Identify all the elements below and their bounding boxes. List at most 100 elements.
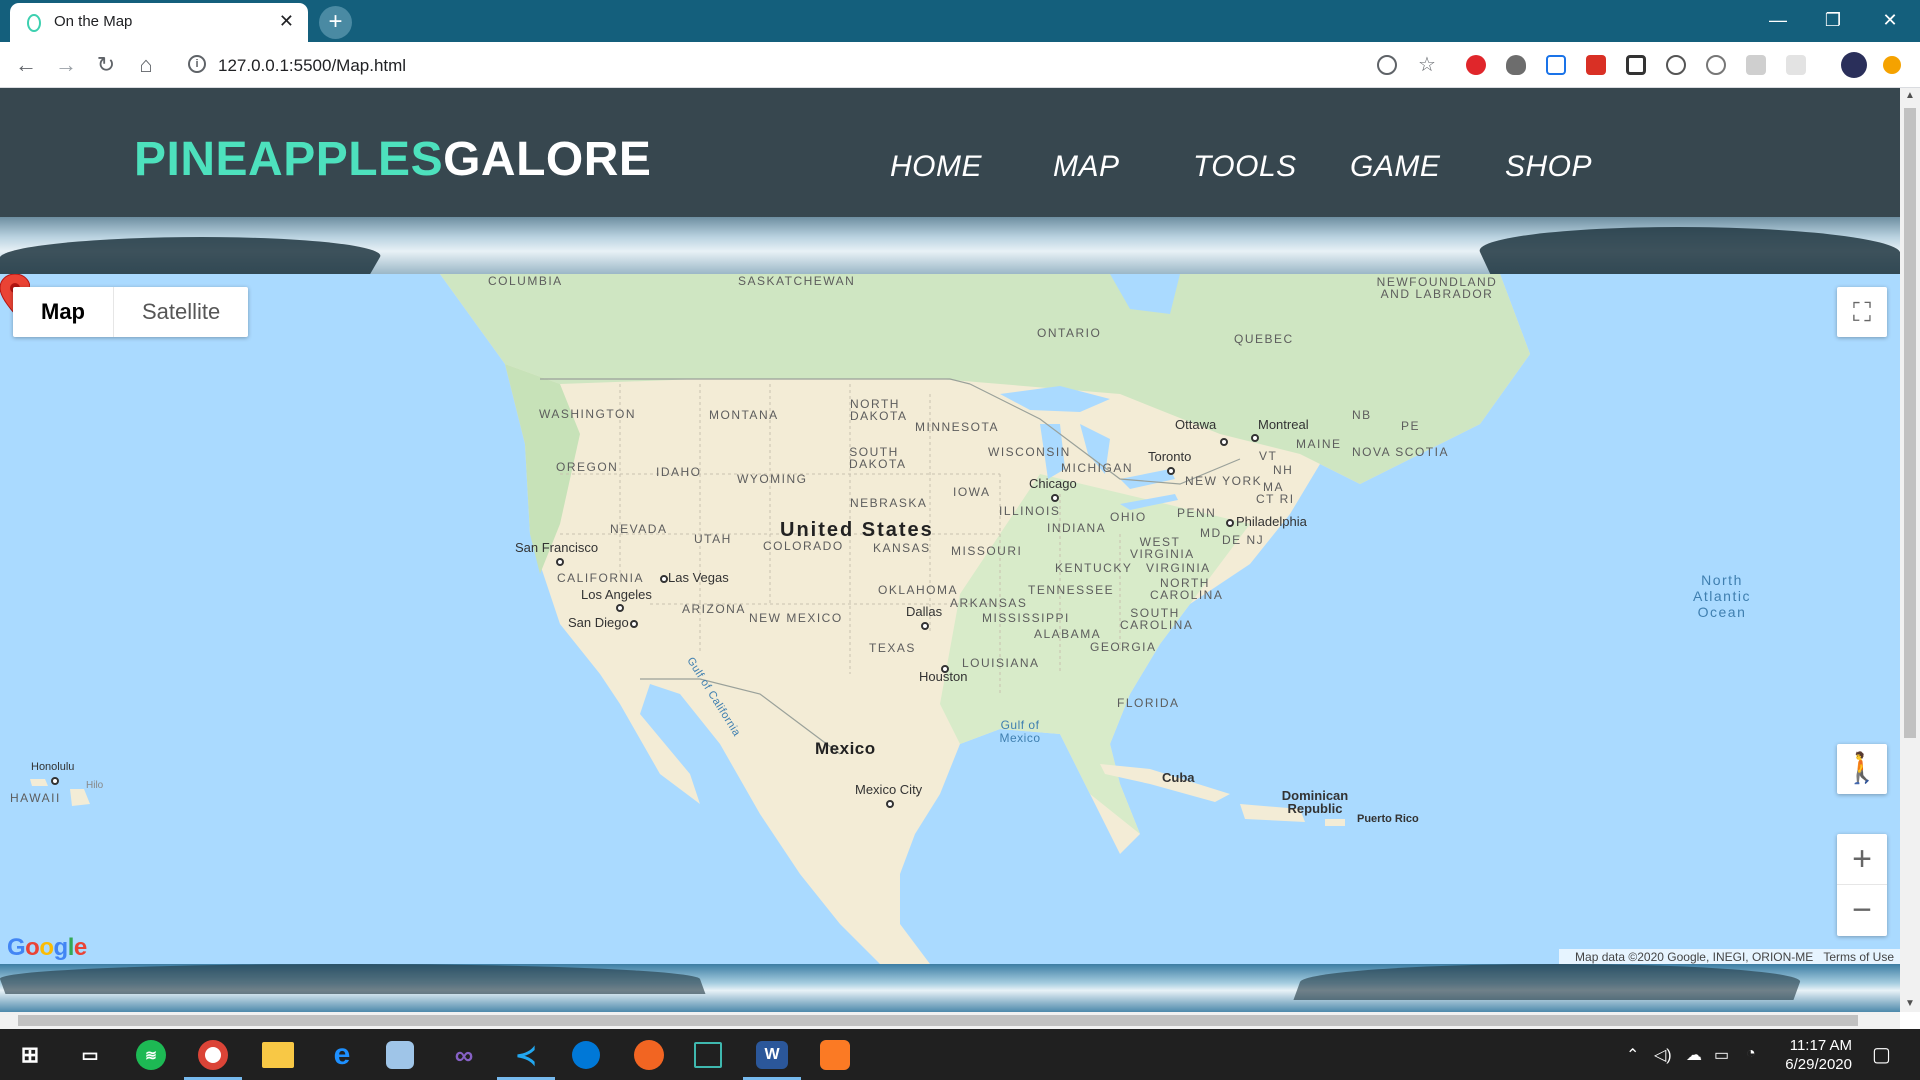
windows-taskbar: ⊞ ▭ ≋ e ∞ ≺ W ⌃ ◁) ☁ ▭ ◔ 11:17 AM 6/29/2…	[0, 1029, 1920, 1080]
street-view-pegman-button[interactable]: 🚶	[1837, 744, 1887, 794]
compass-app-icon[interactable]	[634, 1040, 664, 1070]
xampp-icon[interactable]	[820, 1040, 850, 1070]
google-map[interactable]: COLUMBIA SASKATCHEWAN NEWFOUNDLAND AND L…	[0, 274, 1900, 964]
task-view-icon[interactable]: ▭	[72, 1037, 108, 1073]
windows-start-icon[interactable]: ⊞	[12, 1037, 48, 1073]
close-window-button[interactable]: ✕	[1870, 6, 1910, 34]
logo-part-pineapples: PINEAPPLES	[134, 133, 444, 186]
browser-tab[interactable]: On the Map ✕	[10, 3, 308, 42]
city-chicago: Chicago	[1029, 476, 1077, 491]
fullscreen-button[interactable]: ⛶	[1837, 287, 1887, 337]
terminal-app-icon[interactable]	[694, 1042, 722, 1068]
faded-extension-icon[interactable]	[1786, 55, 1806, 75]
virtualbox-icon[interactable]	[386, 1041, 414, 1069]
clock-time: 11:17 AM	[1789, 1037, 1852, 1054]
forward-icon[interactable]: →	[52, 51, 80, 79]
red-extension-icon[interactable]	[1586, 55, 1606, 75]
system-clock[interactable]: 11:17 AM 6/29/2020	[1785, 1036, 1852, 1074]
vertical-scrollbar[interactable]: ▲ ▼	[1900, 88, 1920, 1012]
zoom-in-button[interactable]: +	[1837, 834, 1887, 885]
tray-chevron-icon[interactable]: ⌃	[1626, 1045, 1639, 1065]
sync-extension-icon[interactable]	[1666, 55, 1686, 75]
city-los-angeles: Los Angeles	[581, 587, 652, 602]
site-info-icon[interactable]: i	[188, 55, 206, 73]
nav-game[interactable]: GAME	[1350, 150, 1440, 184]
label-ct-ri: CT RI	[1256, 492, 1295, 506]
volume-icon[interactable]: ◁)	[1654, 1045, 1672, 1065]
city-ottawa: Ottawa	[1175, 417, 1217, 432]
word-icon[interactable]: W	[756, 1041, 788, 1069]
label-south-carolina: SOUTH CAROLINA	[1120, 606, 1194, 632]
notifications-icon[interactable]: ▢	[1872, 1042, 1891, 1067]
city-san-diego: San Diego	[568, 615, 629, 630]
horizontal-scroll-thumb[interactable]	[18, 1015, 1858, 1026]
vscode-icon[interactable]: ≺	[508, 1037, 544, 1073]
zoom-out-button[interactable]: −	[1837, 885, 1887, 936]
nav-map[interactable]: MAP	[1053, 150, 1120, 184]
city-toronto: Toronto	[1148, 449, 1192, 464]
spotify-icon[interactable]: ≋	[136, 1040, 166, 1070]
onedrive-icon[interactable]: ☁	[1686, 1045, 1702, 1065]
maps-app-icon[interactable]	[572, 1041, 600, 1069]
site-logo[interactable]: PINEAPPLESGALORE	[134, 132, 651, 187]
capture-extension-icon[interactable]	[1626, 55, 1646, 75]
screenshot-extension-icon[interactable]	[1546, 55, 1566, 75]
maximize-window-button[interactable]: ❐	[1813, 6, 1853, 34]
label-md: MD	[1200, 526, 1222, 540]
file-explorer-icon[interactable]	[262, 1042, 294, 1068]
bookmark-star-icon[interactable]: ☆	[1413, 51, 1441, 79]
grey-extension-icon[interactable]	[1746, 55, 1766, 75]
map-type-satellite-button[interactable]: Satellite	[114, 287, 248, 337]
minimize-window-button[interactable]: —	[1758, 6, 1798, 34]
map-data-credit[interactable]: Map data ©2020 Google, INEGI, ORION-ME	[1575, 950, 1813, 964]
google-logo[interactable]: Google	[7, 934, 87, 962]
reload-icon[interactable]: ↻	[92, 51, 120, 79]
wifi-icon[interactable]: ◔	[1746, 1045, 1756, 1063]
label-north-dakota: NORTH DAKOTA	[850, 397, 908, 423]
vertical-scroll-thumb[interactable]	[1904, 108, 1916, 738]
new-tab-button[interactable]: +	[319, 6, 352, 39]
city-dot-las-vegas	[660, 575, 668, 583]
address-bar[interactable]: i 127.0.0.1:5500/Map.html	[180, 48, 1450, 82]
horizontal-scrollbar[interactable]	[0, 1012, 1900, 1029]
home-icon[interactable]: ⌂	[132, 51, 160, 79]
scroll-up-arrow-icon[interactable]: ▲	[1900, 88, 1920, 104]
label-montana: MONTANA	[709, 408, 779, 422]
label-arizona: ARIZONA	[682, 602, 746, 616]
back-icon[interactable]: ←	[12, 51, 40, 79]
pegman-icon: 🚶	[1843, 752, 1881, 785]
palm-frond-bottom-right	[1293, 964, 1807, 1000]
adblock-extension-icon[interactable]	[1466, 55, 1486, 75]
battery-icon[interactable]: ▭	[1714, 1045, 1729, 1065]
city-hilo: Hilo	[86, 780, 104, 791]
check-extension-icon[interactable]	[1706, 55, 1726, 75]
label-mexico: Mexico	[815, 739, 876, 758]
nav-tools[interactable]: TOOLS	[1193, 150, 1297, 184]
update-badge-icon[interactable]	[1883, 56, 1901, 74]
city-dallas: Dallas	[906, 604, 943, 619]
label-new-mexico: NEW MEXICO	[749, 611, 843, 625]
map-type-control: Map Satellite	[13, 287, 249, 337]
profile-avatar[interactable]	[1841, 52, 1867, 78]
visual-studio-icon[interactable]: ∞	[446, 1037, 482, 1073]
label-nh: NH	[1273, 463, 1294, 477]
terms-of-use-link[interactable]: Terms of Use	[1823, 950, 1894, 964]
edge-icon[interactable]: e	[324, 1037, 360, 1073]
label-california: CALIFORNIA	[557, 571, 645, 585]
label-columbia: COLUMBIA	[488, 274, 563, 288]
label-missouri: MISSOURI	[951, 544, 1023, 558]
map-type-map-button[interactable]: Map	[13, 287, 114, 337]
scroll-down-arrow-icon[interactable]: ▼	[1900, 996, 1920, 1012]
site-header: PINEAPPLESGALORE HOME MAP TOOLS GAME SHO…	[0, 88, 1900, 217]
chrome-icon[interactable]	[198, 1040, 228, 1070]
city-dot-los-angeles	[616, 604, 624, 612]
nav-shop[interactable]: SHOP	[1505, 150, 1592, 184]
translate-icon[interactable]	[1377, 55, 1397, 75]
label-newfoundland: NEWFOUNDLAND AND LABRADOR	[1376, 275, 1498, 301]
nav-home[interactable]: HOME	[890, 150, 982, 184]
city-dot-ottawa	[1220, 438, 1228, 446]
extension-bulb-icon[interactable]	[1506, 55, 1526, 75]
close-tab-icon[interactable]: ✕	[279, 11, 294, 32]
label-hawaii: HAWAII	[10, 791, 61, 805]
city-montreal: Montreal	[1258, 417, 1309, 432]
